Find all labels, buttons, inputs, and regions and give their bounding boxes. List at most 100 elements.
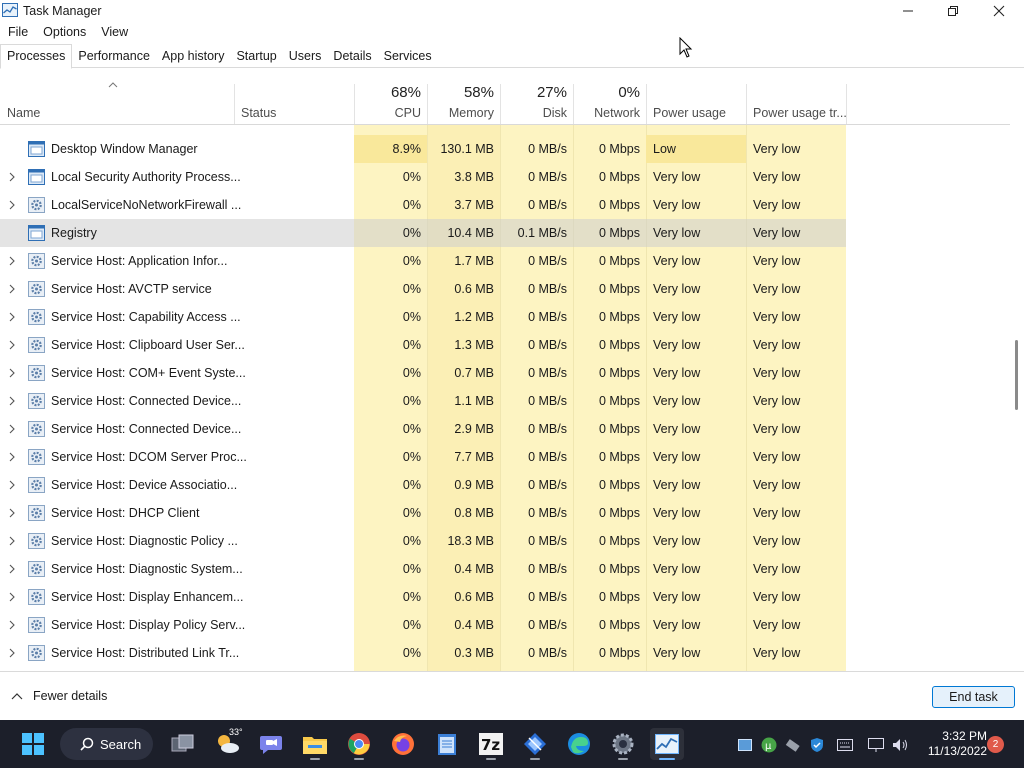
process-cpu: 0% [402,618,421,632]
gear-service-icon [28,449,45,465]
column-header-power-usage[interactable]: Power usage [646,84,746,125]
tab-users[interactable]: Users [283,44,328,68]
snipping-tool-button[interactable] [518,728,552,760]
expand-chevron-icon[interactable] [7,339,17,351]
table-row[interactable]: Service Host: COM+ Event Syste... 0% 0.7 M… [0,359,846,387]
column-header-cpu[interactable]: 68% CPU [354,84,427,125]
expand-chevron-icon[interactable] [7,535,17,547]
column-header-power-usage-trend[interactable]: Power usage tr... [746,84,847,125]
tab-services[interactable]: Services [378,44,438,68]
table-row-partial[interactable] [0,125,846,132]
menu-bar: File Options View [0,23,135,43]
table-row[interactable]: Service Host: Connected Device... 0% 2.9 M… [0,415,846,443]
expand-chevron-icon[interactable] [7,647,17,659]
process-disk: 0 MB/s [528,590,567,604]
tray-network[interactable] [867,734,885,756]
process-name: Service Host: Capability Access ... [51,310,241,324]
expand-chevron-icon[interactable] [7,199,17,211]
tray-app-icon[interactable] [737,734,753,756]
expand-chevron-icon[interactable] [7,171,17,183]
table-row[interactable]: Service Host: AVCTP service 0% 0.6 MB 0 MB/… [0,275,846,303]
column-header-memory[interactable]: 58% Memory [427,84,500,125]
expand-chevron-icon[interactable] [7,619,17,631]
process-cpu: 0% [402,450,421,464]
taskbar-search[interactable]: Search [60,728,153,760]
tray-utorrent[interactable]: µ [760,734,778,756]
table-row[interactable]: Desktop Window Manager 8.9% 130.1 MB 0 MB/s… [0,135,846,163]
tab-app-history[interactable]: App history [156,44,231,68]
edge-button[interactable] [562,728,596,760]
column-header-disk[interactable]: 27% Disk [500,84,573,125]
process-power-trend: Very low [753,590,801,604]
process-cpu: 0% [402,226,421,240]
taskbar-clock[interactable]: 3:32 PM 11/13/2022 [919,729,987,759]
chrome-button[interactable] [342,728,376,760]
fewer-details-toggle[interactable]: Fewer details [11,689,107,703]
expand-chevron-icon[interactable] [7,451,17,463]
column-header-status[interactable]: Status [234,84,354,125]
expand-chevron-icon[interactable] [7,423,17,435]
restore-button[interactable] [930,0,976,22]
process-disk: 0 MB/s [528,366,567,380]
table-row[interactable]: Local Security Authority Process... 0% 3.8… [0,163,846,191]
expand-chevron-icon[interactable] [7,563,17,575]
table-row[interactable]: Service Host: Diagnostic System... 0% 0.4 … [0,555,846,583]
expand-chevron-icon[interactable] [7,507,17,519]
expand-chevron-icon[interactable] [7,591,17,603]
table-row[interactable]: Service Host: DHCP Client 0% 0.8 MB 0 MB/s 0… [0,499,846,527]
menu-options[interactable]: Options [35,23,93,43]
settings-button[interactable] [606,728,640,760]
tab-details[interactable]: Details [327,44,377,68]
table-row[interactable]: LocalServiceNoNetworkFirewall ... 0% 3.7 M… [0,191,846,219]
vertical-scrollbar[interactable] [1010,84,1024,672]
notification-badge[interactable]: 2 [987,736,1004,753]
task-view-button[interactable] [166,728,200,760]
table-row[interactable]: Service Host: Diagnostic Policy ... 0% 18.… [0,527,846,555]
menu-file[interactable]: File [0,23,35,43]
process-cpu: 0% [402,422,421,436]
table-row[interactable]: Service Host: Clipboard User Ser... 0% 1.3… [0,331,846,359]
expand-chevron-icon[interactable] [7,479,17,491]
expand-chevron-icon[interactable] [7,283,17,295]
start-button[interactable] [16,728,50,760]
process-memory: 2.9 MB [454,422,494,436]
table-row[interactable]: Service Host: Capability Access ... 0% 1.2… [0,303,846,331]
column-header-network[interactable]: 0% Network [573,84,646,125]
expand-chevron-icon[interactable] [7,395,17,407]
table-row[interactable]: Service Host: Device Associatio... 0% 0.9 … [0,471,846,499]
gear-service-icon [28,365,45,381]
table-row[interactable]: Service Host: Display Policy Serv... 0% 0.… [0,611,846,639]
7zip-button[interactable]: 7z [474,728,508,760]
menu-view[interactable]: View [93,23,135,43]
process-power-trend: Very low [753,562,801,576]
minimize-button[interactable] [885,0,931,22]
7zip-icon: 7z [479,733,503,755]
gear-service-icon [28,477,45,493]
close-button[interactable] [976,0,1022,22]
table-row[interactable]: Service Host: Display Enhancem... 0% 0.6 M… [0,583,846,611]
tab-processes[interactable]: Processes [0,44,73,69]
expand-chevron-icon[interactable] [7,367,17,379]
expand-chevron-icon[interactable] [7,255,17,267]
table-row[interactable]: Registry 0% 10.4 MB 0.1 MB/s 0 Mbps Very low V… [0,219,846,247]
tab-startup[interactable]: Startup [230,44,282,68]
tray-volume[interactable] [891,734,911,756]
scrollbar-thumb[interactable] [1015,340,1018,410]
tab-performance[interactable]: Performance [72,44,156,68]
table-row[interactable]: Service Host: Connected Device... 0% 1.1 M… [0,387,846,415]
file-explorer-button[interactable] [298,728,332,760]
tray-security[interactable] [808,734,826,756]
task-manager-taskbar-button[interactable] [650,728,684,760]
chat-button[interactable] [254,728,288,760]
table-row[interactable]: Service Host: Application Infor... 0% 1.7 … [0,247,846,275]
tray-usb[interactable] [784,734,802,756]
column-header-name[interactable]: Name [0,84,234,125]
notepad-button[interactable] [430,728,464,760]
expand-chevron-icon[interactable] [7,311,17,323]
firefox-button[interactable] [386,728,420,760]
table-row[interactable]: Service Host: DCOM Server Proc... 0% 7.7 M… [0,443,846,471]
running-indicator [354,758,364,760]
tray-keyboard[interactable] [836,734,854,756]
end-task-button[interactable]: End task [932,686,1015,708]
table-row[interactable]: Service Host: Distributed Link Tr... 0% 0.… [0,639,846,667]
